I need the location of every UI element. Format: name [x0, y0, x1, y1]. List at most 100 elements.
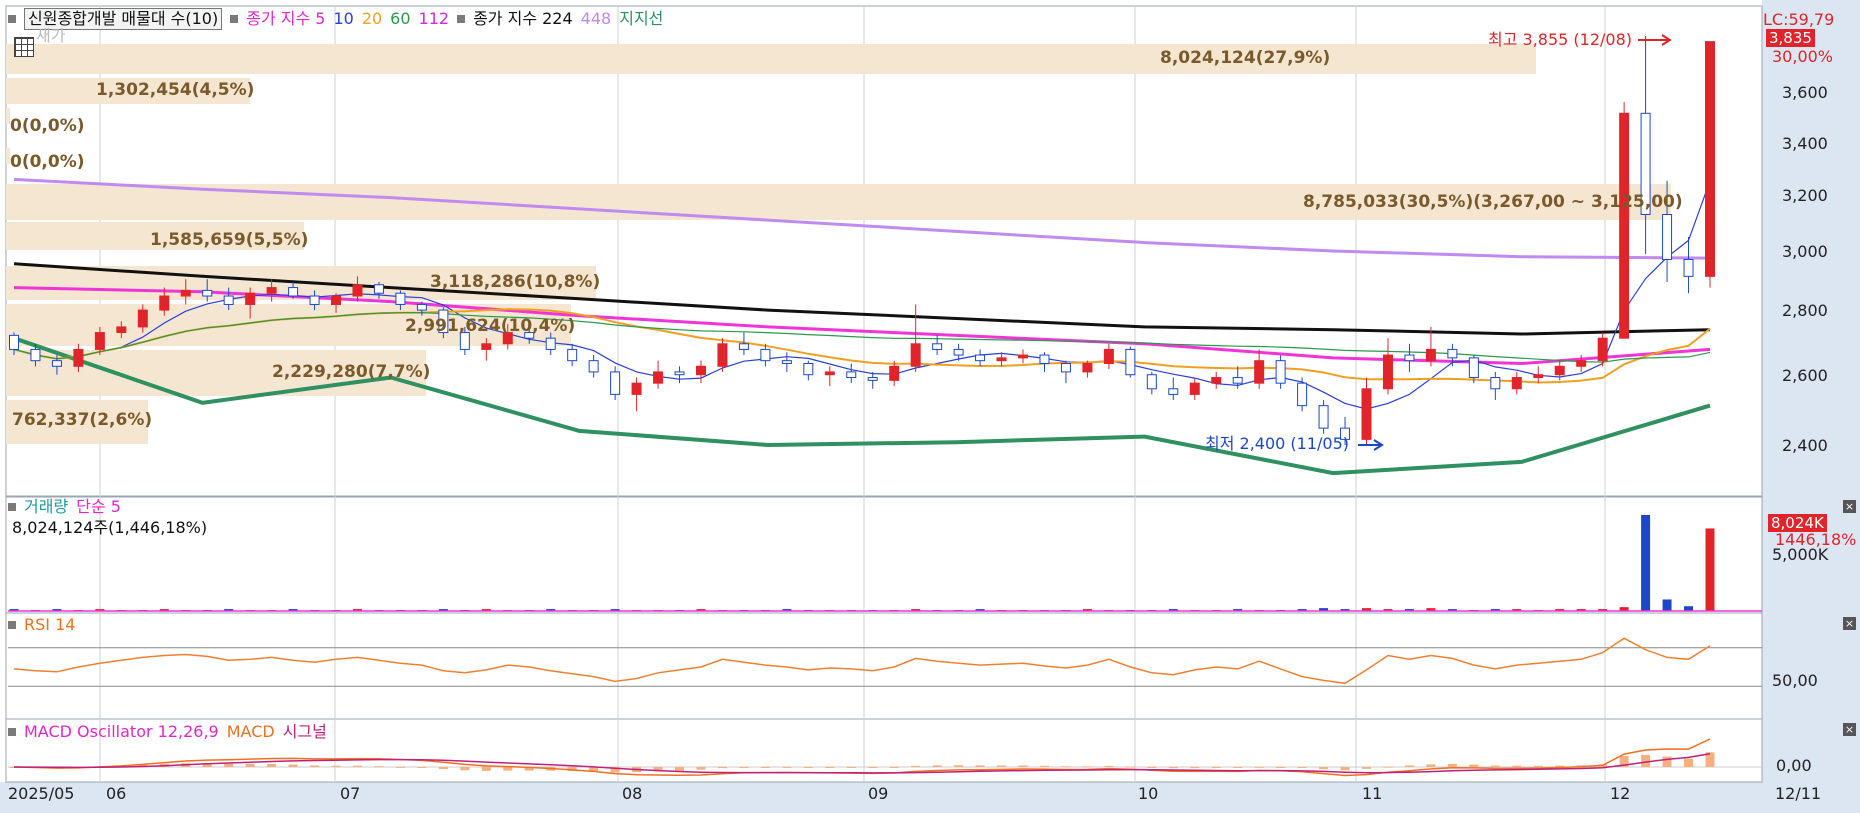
macd-oscillator-bar: [717, 767, 727, 769]
candle-body: [1533, 374, 1544, 379]
price-tick: 2,600: [1782, 366, 1828, 385]
candle-body: [910, 343, 921, 367]
candle-body: [245, 292, 256, 305]
macd-oscillator-bar: [1404, 765, 1414, 767]
candle-body: [1382, 354, 1393, 390]
candle-body: [1146, 374, 1157, 390]
close-icon[interactable]: ×: [1843, 617, 1856, 630]
current-price-tag: 3,835: [1766, 29, 1815, 47]
macd-oscillator-bar: [1125, 766, 1135, 768]
price-tick: 3,000: [1782, 242, 1828, 261]
candle-body: [202, 289, 213, 297]
macd-oscillator-bar: [503, 767, 513, 771]
candle-body: [1490, 377, 1501, 390]
ma-448-label[interactable]: 448: [581, 9, 612, 29]
macd-title[interactable]: MACD Oscillator 12,26,9: [24, 722, 219, 742]
macd-oscillator-bar: [803, 767, 813, 768]
rsi-title[interactable]: RSI 14: [24, 615, 75, 635]
volume-profile-label: 1,585,659(5,5%): [150, 230, 309, 250]
legend-marker: [8, 728, 16, 736]
volume-title[interactable]: 거래량: [24, 497, 68, 517]
macd-oscillator-bar: [1147, 767, 1157, 768]
ma-10-label[interactable]: 10: [333, 9, 353, 29]
macd-oscillator-bar: [739, 767, 749, 768]
x-axis-month: 09: [868, 784, 889, 803]
ma2-legend-prefix[interactable]: 종가 지수 224: [473, 9, 573, 29]
candle-body: [610, 371, 621, 395]
candle-body: [9, 334, 19, 350]
grid-icon[interactable]: [14, 37, 34, 57]
macd-label[interactable]: MACD: [227, 722, 275, 742]
candle-body: [717, 343, 728, 367]
close-icon[interactable]: ×: [1843, 500, 1856, 513]
candle-body: [781, 360, 792, 364]
candle-body: [137, 309, 148, 328]
macd-oscillator-bar: [395, 766, 405, 768]
candle-body: [1705, 41, 1715, 277]
pct-tag: 30,00%: [1772, 47, 1834, 66]
macd-legend: MACD Oscillator 12,26,9 MACD 시그널: [8, 722, 327, 742]
macd-oscillator-bar: [374, 766, 384, 768]
macd-oscillator-bar: [932, 765, 942, 767]
candle-body: [545, 337, 556, 350]
candle-body: [51, 360, 62, 367]
macd-oscillator-bar: [331, 765, 341, 767]
macd-oscillator-bar: [760, 767, 770, 768]
candle-body: [180, 289, 191, 297]
macd-oscillator-bar: [245, 763, 255, 767]
macd-oscillator-bar: [1018, 765, 1028, 767]
candle-body: [738, 343, 749, 350]
volume-ma-label[interactable]: 단순 5: [76, 497, 121, 517]
volume-bar: [1662, 599, 1672, 611]
candle-body: [1619, 112, 1630, 339]
macd-oscillator-bar: [1533, 765, 1543, 767]
macd-oscillator-bar: [1469, 764, 1479, 767]
macd-oscillator-bar: [675, 767, 685, 771]
volume-value: 8,024,124주(1,446,18%): [12, 518, 208, 537]
support-line-label[interactable]: 지지선: [619, 9, 663, 29]
volume-bar: [1641, 515, 1651, 611]
low-annotation: 최저 2,400 (11/05): [1205, 434, 1350, 453]
chart-canvas[interactable]: [0, 0, 1860, 813]
candle-body: [1275, 360, 1286, 384]
price-tick: 3,600: [1782, 83, 1828, 102]
macd-oscillator-bar: [889, 766, 899, 768]
macd-oscillator-bar: [1684, 758, 1694, 767]
ma-112-label[interactable]: 112: [419, 9, 450, 29]
macd-oscillator-bar: [481, 767, 491, 771]
candle-body: [395, 292, 406, 305]
candle-body: [1597, 337, 1608, 362]
candle-body: [803, 362, 814, 376]
macd-signal-label[interactable]: 시그널: [283, 722, 327, 742]
legend-marker: [8, 621, 16, 629]
x-axis-month: 12: [1610, 784, 1631, 803]
candle-body: [266, 287, 277, 294]
candle-body: [588, 360, 599, 373]
close-icon[interactable]: ×: [1843, 723, 1856, 736]
macd-oscillator-bar: [1340, 767, 1350, 771]
candle-body: [30, 348, 41, 362]
legend-marker: [457, 15, 466, 23]
page-background: [0, 0, 1860, 813]
candle-body: [1576, 360, 1587, 367]
ma-60-label[interactable]: 60: [390, 9, 410, 29]
time-axis-background: [0, 782, 1860, 813]
price-tick: 2,400: [1782, 436, 1828, 455]
ma-legend-prefix[interactable]: 종가 지수 5: [246, 9, 325, 29]
price-axis-background: [1762, 0, 1860, 813]
candle-body: [695, 365, 706, 376]
volume-profile-label: 1,302,454(4,5%): [96, 80, 255, 100]
candle-body: [1018, 354, 1029, 359]
candle-body: [309, 295, 320, 305]
macd-oscillator-bar: [1039, 765, 1049, 767]
macd-oscillator-bar: [288, 764, 298, 767]
candle-body: [1683, 258, 1694, 277]
macd-oscillator-bar: [1383, 766, 1393, 768]
x-axis-month: 08: [622, 784, 643, 803]
x-axis-end: 12/11: [1775, 784, 1822, 803]
candle-body: [631, 382, 642, 395]
ma-20-label[interactable]: 20: [362, 9, 382, 29]
x-axis-start: 2025/05: [8, 784, 75, 803]
volume-profile-label: 0(0,0%): [10, 116, 85, 136]
macd-oscillator-bar: [696, 767, 706, 770]
